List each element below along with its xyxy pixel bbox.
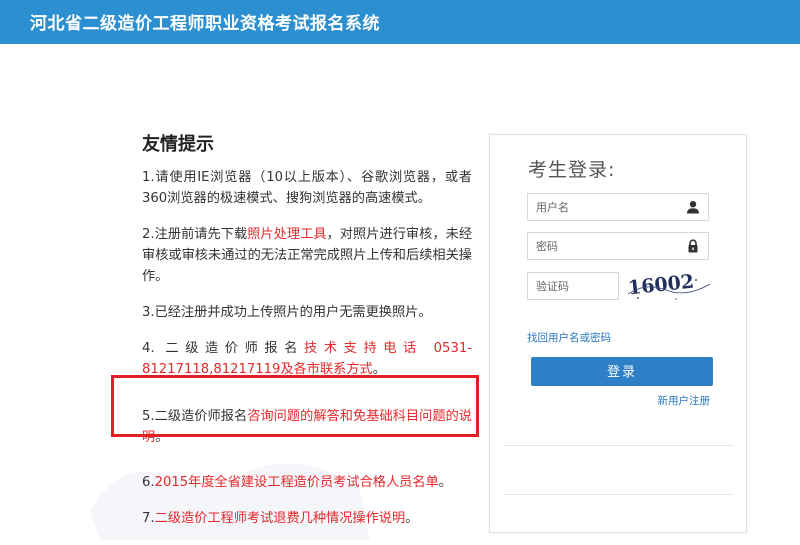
panel-divider-1 <box>504 445 734 446</box>
user-icon <box>687 201 699 214</box>
forgot-credentials-link[interactable]: 找回用户名或密码 <box>527 330 611 345</box>
notice-item-6-suffix: 。 <box>438 475 452 490</box>
qualified-list-link[interactable]: 2015年度全省建设工程造价员考试合格人员名单 <box>155 475 439 490</box>
login-title: 考生登录: <box>528 159 616 181</box>
notice-item-4-text: 4. 二级造价师报名 <box>142 341 305 356</box>
photo-tool-link[interactable]: 照片处理工具 <box>247 227 326 242</box>
password-input[interactable] <box>528 233 686 259</box>
notice-item-7: 7.二级造价工程师考试退费几种情况操作说明。 <box>142 508 472 529</box>
notice-section: 友情提示 1.请使用IE浏览器（10以上版本）、谷歌浏览器，或者360浏览器的极… <box>142 132 472 544</box>
notice-item-7-text: 7. <box>142 511 155 526</box>
lock-icon <box>688 239 698 253</box>
notice-item-2-text: 2.注册前请先下载 <box>142 227 248 242</box>
notice-item-1: 1.请使用IE浏览器（10以上版本）、谷歌浏览器，或者360浏览器的极速模式、搜… <box>142 167 472 209</box>
header-bar: 河北省二级造价工程师职业资格考试报名系统 <box>0 0 800 44</box>
captcha-noise <box>627 279 711 300</box>
highlight-annotation-box <box>111 375 479 437</box>
notice-title: 友情提示 <box>142 134 214 155</box>
login-button[interactable]: 登录 <box>531 357 713 386</box>
notice-item-6: 6.2015年度全省建设工程造价员考试合格人员名单。 <box>142 472 472 493</box>
refund-guide-link[interactable]: 二级造价工程师考试退费几种情况操作说明 <box>155 511 406 526</box>
login-panel: 考生登录: 16002 找回用户名或密码 登录 新用户注册 <box>489 134 747 533</box>
captcha-field[interactable] <box>527 272 620 300</box>
notice-item-3-text: 3.已经注册并成功上传照片的用户无需更换照片。 <box>142 305 432 320</box>
notice-item-7-suffix: 。 <box>405 511 419 526</box>
notice-item-3: 3.已经注册并成功上传照片的用户无需更换照片。 <box>142 302 472 323</box>
notice-item-1-text: 1.请使用IE浏览器（10以上版本）、谷歌浏览器，或者360浏览器的极速模式、搜… <box>142 170 472 206</box>
captcha-input[interactable] <box>528 273 620 299</box>
captcha-image[interactable]: 16002 <box>626 272 712 302</box>
panel-divider-2 <box>504 494 734 495</box>
system-title: 河北省二级造价工程师职业资格考试报名系统 <box>30 14 380 34</box>
notice-item-2: 2.注册前请先下载照片处理工具，对照片进行审核，未经审核或审核未通过的无法正常完… <box>142 224 472 287</box>
notice-item-4: 4. 二级造价师报名技术支持电话 0531-81217118,81217119及… <box>142 338 472 380</box>
password-field[interactable] <box>527 232 709 260</box>
notice-item-6-text: 6. <box>142 475 155 490</box>
username-field[interactable] <box>527 193 709 221</box>
register-link[interactable]: 新用户注册 <box>658 393 711 408</box>
username-input[interactable] <box>528 194 686 220</box>
